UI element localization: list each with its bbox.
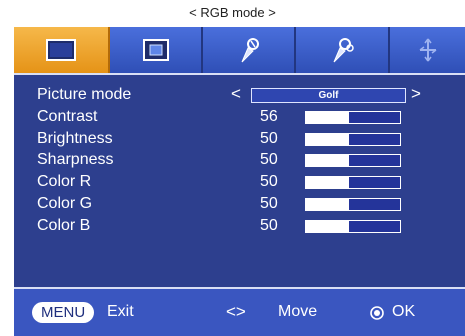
setting-row-brightness[interactable]: Brightness 50 <box>14 129 465 151</box>
setting-value: 50 <box>260 129 278 147</box>
level-fill <box>306 111 350 123</box>
tab-picture[interactable] <box>14 27 110 73</box>
tools-icon <box>327 35 357 65</box>
picture-mode-label: Picture mode <box>37 86 132 103</box>
tab-more[interactable] <box>390 27 465 73</box>
tab-option[interactable] <box>203 27 296 73</box>
level-slider[interactable] <box>305 154 401 168</box>
footer-hint-bar: MENU Exit <> Move OK <box>14 287 465 336</box>
move-key: <> <box>226 302 246 321</box>
level-fill <box>306 133 350 145</box>
picture-mode-row[interactable]: Picture mode < Golf > <box>14 84 465 107</box>
move-hint: Move <box>278 303 318 320</box>
setting-value: 50 <box>260 151 278 169</box>
setting-label: Color G <box>37 194 93 212</box>
picture-mode-next-arrow[interactable]: > <box>411 84 421 104</box>
tab-setup[interactable] <box>296 27 390 73</box>
level-slider[interactable] <box>305 132 401 146</box>
setting-label: Color B <box>37 216 91 234</box>
setting-label: Contrast <box>37 107 98 125</box>
level-slider[interactable] <box>305 176 401 190</box>
move-arrows-icon <box>417 37 439 63</box>
tab-bar <box>14 27 465 75</box>
exit-hint: Exit <box>107 303 134 320</box>
setting-value: 50 <box>260 173 278 191</box>
setting-row-color-r[interactable]: Color R 50 <box>14 172 465 194</box>
tab-screen[interactable] <box>110 27 203 73</box>
level-fill <box>306 198 350 210</box>
tool-icon <box>236 35 262 65</box>
level-fill <box>306 177 350 189</box>
setting-label: Color R <box>37 173 92 191</box>
setting-label: Brightness <box>37 129 113 147</box>
setting-value: 50 <box>260 194 278 212</box>
level-slider[interactable] <box>305 197 401 211</box>
level-slider[interactable] <box>305 110 401 124</box>
setting-value: 56 <box>260 107 278 125</box>
picture-mode-prev-arrow[interactable]: < <box>231 84 241 104</box>
screen-icon <box>142 39 169 61</box>
level-fill <box>306 220 350 232</box>
level-slider[interactable] <box>305 219 401 233</box>
setting-row-contrast[interactable]: Contrast 56 <box>14 107 465 129</box>
setting-row-color-g[interactable]: Color G 50 <box>14 194 465 216</box>
level-fill <box>306 155 350 167</box>
settings-list: Picture mode < Golf > Contrast 56 Bright… <box>14 84 465 238</box>
osd-menu-panel: Picture mode < Golf > Contrast 56 Bright… <box>14 27 465 336</box>
menu-key[interactable]: MENU <box>32 302 95 323</box>
picture-icon <box>46 39 76 61</box>
picture-mode-select[interactable]: Golf <box>251 88 406 103</box>
setting-value: 50 <box>260 216 278 234</box>
ok-hint[interactable]: OK <box>392 303 415 321</box>
mode-caption: < RGB mode > <box>189 5 276 20</box>
ok-button-icon <box>370 306 384 325</box>
setting-row-color-b[interactable]: Color B 50 <box>14 216 465 238</box>
setting-row-sharpness[interactable]: Sharpness 50 <box>14 150 465 172</box>
setting-label: Sharpness <box>37 151 114 169</box>
